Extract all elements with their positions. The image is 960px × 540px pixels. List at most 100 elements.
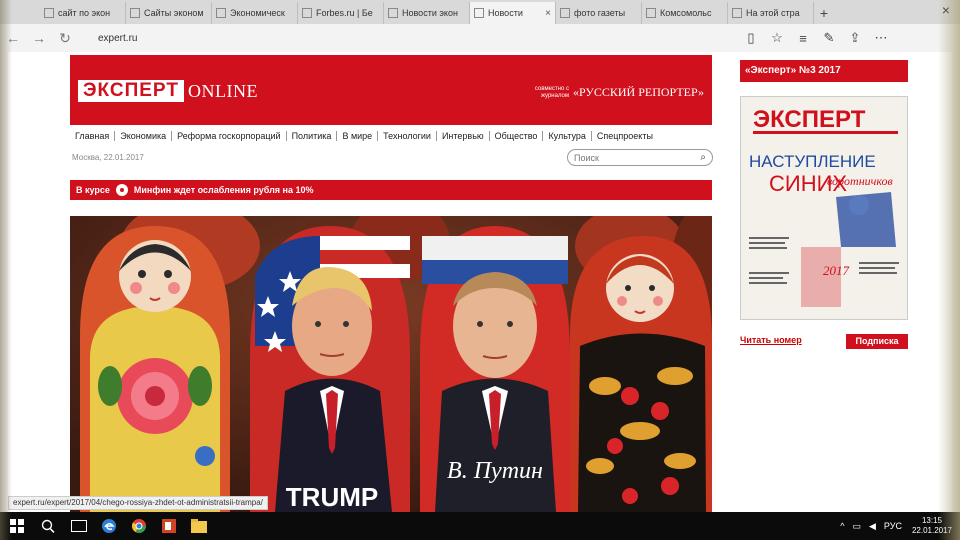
- status-url-tooltip: expert.ru/expert/2017/04/chego-rossiya-z…: [8, 496, 268, 510]
- magazine-cover-image: ЭКСПЕРТ НАСТУПЛЕНИЕ СИНИХ воротничков 20…: [741, 97, 907, 319]
- system-tray: ^ ▭ ◀ РУС 13:15 22.01.2017: [832, 512, 952, 540]
- menu-item-tech[interactable]: Технологии: [378, 131, 437, 141]
- trump-caption: TRUMP: [286, 482, 378, 512]
- edge-logo-icon: [102, 519, 116, 533]
- tab-title: сайт по экон: [58, 8, 111, 18]
- breaking-news-bar[interactable]: В курсе Минфин ждет ослабления рубля на …: [70, 180, 712, 200]
- menu-item-reform[interactable]: Реформа госкорпораций: [172, 131, 287, 141]
- menu-item-economy[interactable]: Экономика: [115, 131, 173, 141]
- tab-title: Комсомольс: [660, 8, 712, 18]
- task-view-glyph-icon: [71, 520, 87, 532]
- tab-5-active[interactable]: Новости ×: [470, 2, 556, 24]
- search-input[interactable]: [574, 152, 701, 163]
- menu-item-culture[interactable]: Культура: [543, 131, 592, 141]
- tab-title: Forbes.ru | Бе: [316, 8, 373, 18]
- menu-item-politics[interactable]: Политика: [287, 131, 338, 141]
- page-icon: [646, 8, 656, 18]
- chevron-up-icon[interactable]: ^: [840, 521, 844, 531]
- page-icon: [44, 8, 54, 18]
- cover-headline-1: НАСТУПЛЕНИЕ: [749, 152, 876, 171]
- matryoshka-photo-image: TRUMP В. Путин: [70, 216, 712, 512]
- tab-strip: сайт по экон Сайты эконом Экономическ Fo…: [0, 0, 960, 24]
- powerpoint-logo-icon: [162, 519, 176, 533]
- url-field[interactable]: expert.ru: [98, 33, 738, 44]
- date-line: Москва, 22.01.2017: [72, 153, 144, 162]
- reading-view-icon[interactable]: ▯: [738, 30, 764, 46]
- breaking-text[interactable]: Минфин ждет ослабления рубля на 10%: [134, 185, 314, 195]
- site-search[interactable]: ⌕: [567, 149, 713, 166]
- site-header: ЭКСПЕРТ ONLINE совместно с журналом «РУС…: [70, 55, 712, 125]
- forward-icon[interactable]: →: [26, 30, 52, 46]
- page-icon: [388, 8, 398, 18]
- menu-item-special[interactable]: Спецпроекты: [592, 131, 658, 141]
- refresh-icon[interactable]: ↻: [52, 30, 78, 47]
- page-icon: [732, 8, 742, 18]
- new-tab-button[interactable]: +: [814, 2, 834, 24]
- taskbar: ^ ▭ ◀ РУС 13:15 22.01.2017: [0, 512, 960, 540]
- tab-title: Новости: [488, 8, 523, 18]
- volume-icon[interactable]: ◀: [869, 521, 876, 532]
- tab-4[interactable]: Новости экон: [384, 2, 470, 24]
- menu-item-interview[interactable]: Интервью: [437, 131, 490, 141]
- tab-title: Новости экон: [402, 8, 458, 18]
- menu-item-society[interactable]: Общество: [490, 131, 544, 141]
- logo-sub-text: ONLINE: [187, 80, 258, 101]
- cover-logo: ЭКСПЕРТ: [753, 106, 866, 133]
- tab-title: фото газеты: [574, 8, 626, 18]
- left-edge-vignette: [0, 0, 12, 540]
- partner-link[interactable]: совместно с журналом «РУССКИЙ РЕПОРТЕР»: [525, 85, 704, 100]
- more-icon[interactable]: ⋯: [868, 30, 894, 46]
- edge-icon[interactable]: [94, 512, 124, 540]
- page-icon: [560, 8, 570, 18]
- menu-item-world[interactable]: В мире: [337, 131, 379, 141]
- web-note-icon[interactable]: ✎: [816, 30, 842, 46]
- menu-item-main[interactable]: Главная: [70, 131, 116, 141]
- hub-icon[interactable]: ≡: [790, 31, 816, 46]
- tab-title: Экономическ: [230, 8, 285, 18]
- right-edge-vignette: [938, 0, 960, 540]
- file-explorer-icon[interactable]: [184, 512, 214, 540]
- cover-handwritten: воротничков: [827, 174, 893, 188]
- page-icon: [130, 8, 140, 18]
- read-issue-link[interactable]: Читать номер: [740, 335, 802, 345]
- close-tab-icon[interactable]: ×: [545, 8, 551, 19]
- putin-caption: В. Путин: [447, 458, 543, 484]
- folder-icon: [191, 519, 207, 533]
- task-view-icon[interactable]: [64, 512, 94, 540]
- tab-7[interactable]: Комсомольс: [642, 2, 728, 24]
- address-bar: ← → ↻ expert.ru ▯ ☆ ≡ ✎ ⇪ ⋯: [0, 24, 960, 52]
- breaking-label: В курсе: [76, 185, 110, 195]
- tab-title: На этой стра: [746, 8, 800, 18]
- tab-3[interactable]: Forbes.ru | Бе: [298, 2, 384, 24]
- subscribe-button[interactable]: Подписка: [846, 334, 908, 349]
- language-indicator[interactable]: РУС: [884, 521, 902, 531]
- favorite-star-icon[interactable]: ☆: [764, 30, 790, 46]
- search-icon[interactable]: ⌕: [700, 152, 706, 163]
- chrome-icon[interactable]: [124, 512, 154, 540]
- powerpoint-icon[interactable]: [154, 512, 184, 540]
- tab-1[interactable]: Сайты эконом: [126, 2, 212, 24]
- issue-title[interactable]: «Эксперт» №3 2017: [740, 60, 908, 82]
- partner-small-text: совместно с журналом: [534, 85, 569, 99]
- logo-main-text: ЭКСПЕРТ: [78, 80, 184, 102]
- bullet-icon: [115, 184, 128, 196]
- tab-2[interactable]: Экономическ: [212, 2, 298, 24]
- share-icon[interactable]: ⇪: [842, 30, 868, 46]
- search-glyph-icon: [41, 519, 55, 533]
- page-icon: [474, 8, 484, 18]
- site-logo[interactable]: ЭКСПЕРТ ONLINE: [78, 80, 258, 102]
- partner-name: «РУССКИЙ РЕПОРТЕР»: [572, 85, 704, 99]
- web-page: ЭКСПЕРТ ONLINE совместно с журналом «РУС…: [8, 52, 952, 512]
- page-icon: [302, 8, 312, 18]
- network-icon[interactable]: ▭: [852, 521, 861, 532]
- tab-6[interactable]: фото газеты: [556, 2, 642, 24]
- tab-0[interactable]: сайт по экон: [40, 2, 126, 24]
- tab-title: Сайты эконом: [144, 8, 204, 18]
- search-icon[interactable]: [34, 512, 64, 540]
- magazine-cover[interactable]: ЭКСПЕРТ НАСТУПЛЕНИЕ СИНИХ воротничков 20…: [740, 96, 908, 320]
- main-menu: Главная Экономика Реформа госкорпораций …: [70, 129, 712, 143]
- windows-logo-icon: [10, 519, 24, 533]
- lead-photo[interactable]: TRUMP В. Путин: [70, 216, 712, 512]
- chrome-logo-icon: [131, 519, 146, 533]
- tab-8[interactable]: На этой стра: [728, 2, 814, 24]
